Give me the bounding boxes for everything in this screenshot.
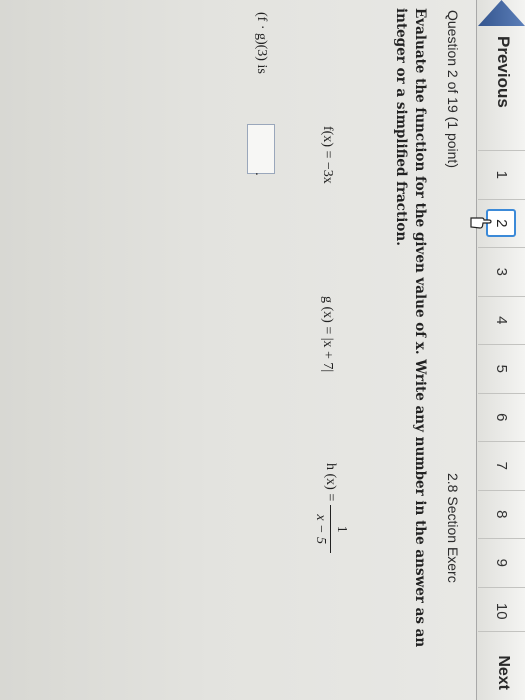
hand-cursor-icon (470, 216, 492, 229)
page-number-list: 1 2 3 4 5 6 7 8 9 10 (470, 150, 525, 635)
section-title: 2.8 Section Exerc (445, 473, 461, 583)
page-button-1[interactable]: 1 (478, 150, 525, 199)
answer-prompt: (f · g)(3) is (254, 12, 269, 74)
fraction-bar (330, 505, 331, 554)
question-info: Question 2 of 19 (1 point) (445, 10, 461, 168)
function-h-fraction: 1 x − 5 (312, 505, 349, 554)
fraction-numerator: 1 (334, 525, 349, 533)
page-button-9[interactable]: 9 (478, 538, 525, 587)
function-h: h (x) = 1 x − 5 (312, 463, 349, 554)
divider (478, 631, 525, 632)
answer-period: . (253, 172, 269, 176)
next-button[interactable]: Next (494, 655, 512, 690)
page-button-7[interactable]: 7 (478, 441, 525, 490)
screen: Previous 1 2 3 4 5 6 7 8 9 10 Next Quest… (0, 0, 525, 700)
question-navigation-bar: Previous 1 2 3 4 5 6 7 8 9 10 Next (470, 0, 525, 700)
previous-arrow-icon (478, 0, 525, 26)
page-button-5[interactable]: 5 (478, 344, 525, 393)
question-instructions: Evaluate the function for the given valu… (393, 8, 428, 648)
page-button-3[interactable]: 3 (478, 247, 525, 296)
page-button-10[interactable]: 10 (478, 586, 525, 635)
function-h-label: h (x) = (323, 463, 339, 502)
page-button-2[interactable]: 2 (470, 198, 525, 247)
page-button-4[interactable]: 4 (478, 295, 525, 344)
fraction-denominator: x − 5 (313, 514, 328, 545)
page-button-8[interactable]: 8 (478, 489, 525, 538)
function-g: g (x) = |x + 7| (320, 296, 335, 373)
previous-label: Previous (494, 36, 513, 108)
page-button-6[interactable]: 6 (478, 392, 525, 441)
previous-button[interactable]: Previous (478, 0, 525, 150)
answer-input[interactable] (247, 124, 275, 174)
function-f: f(x) = −3x (320, 126, 335, 184)
